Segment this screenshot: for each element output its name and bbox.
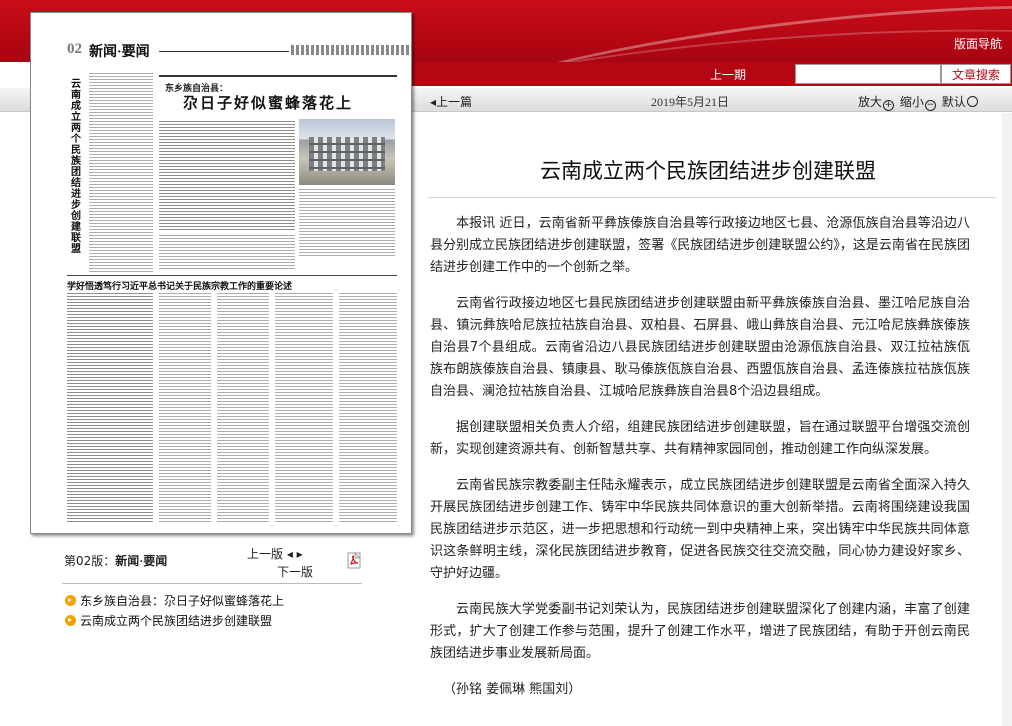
zoom-default-button[interactable]: 默认 bbox=[942, 95, 980, 109]
pdf-icon[interactable] bbox=[346, 552, 363, 569]
article-byline: （孙铭 姜佩琳 熊国刘） bbox=[443, 682, 582, 697]
page-label-name: 新闻·要闻 bbox=[115, 554, 168, 568]
prev-issue-link[interactable]: 上一期 bbox=[710, 66, 746, 83]
paper-text-column bbox=[339, 293, 397, 523]
article-panel: 云南成立两个民族团结进步创建联盟 本报讯 近日，云南省新平彝族傣族自治县等行政接… bbox=[420, 113, 1012, 726]
paper-masthead bbox=[291, 45, 411, 55]
paper-second-headline[interactable]: 学好悟透笃行习近平总书记关于民族宗教工作的重要论述 bbox=[67, 279, 292, 292]
zoom-controls: 放大 + 缩小 − 默认 bbox=[858, 93, 980, 111]
story-list-divider bbox=[62, 583, 362, 584]
prev-article-link[interactable]: ◂上一篇 bbox=[430, 93, 472, 110]
zoom-in-button[interactable]: 放大 + bbox=[858, 95, 896, 111]
article-paragraph: 本报讯 近日，云南省新平彝族傣族自治县等行政接边地区七县、沧源佤族自治县等沿边八… bbox=[430, 216, 970, 275]
zoom-out-button[interactable]: 缩小 − bbox=[899, 95, 938, 111]
bullet-arrow-icon bbox=[65, 615, 76, 626]
zoom-in-label: 放大 bbox=[858, 95, 883, 109]
bullet-arrow-icon bbox=[65, 595, 76, 606]
scrollbar[interactable] bbox=[1002, 113, 1012, 726]
plus-icon: + bbox=[883, 100, 895, 111]
paper-title-rule bbox=[159, 51, 289, 52]
paper-photo bbox=[299, 119, 395, 185]
paper-text-column bbox=[275, 293, 333, 523]
issue-date: 2019年5月21日 bbox=[651, 95, 730, 109]
paper-text-column bbox=[159, 235, 295, 271]
article-paragraph: 云南民族大学党委副书记刘荣认为，民族团结进步创建联盟深化了创建内涵，丰富了创建形… bbox=[430, 602, 970, 661]
newspaper-page-thumbnail[interactable]: 02 新闻·要闻 云南成立两个民族团结进步创建联盟 东乡族自治县： 尕日子好似蜜… bbox=[30, 12, 412, 534]
story-list-item-label: 云南成立两个民族团结进步创建联盟 bbox=[80, 614, 273, 628]
article-paragraph: 云南省民族宗教委副主任陆永耀表示，成立民族团结进步创建联盟是云南省全面深入持久开… bbox=[430, 478, 970, 581]
paper-divider bbox=[67, 275, 397, 276]
zoom-out-label: 缩小 bbox=[899, 95, 924, 109]
circle-icon bbox=[966, 96, 978, 107]
search-bar: 上一期 文章搜索 bbox=[410, 62, 1012, 86]
paper-lead-headline: 尕日子好似蜜蜂落花上 bbox=[183, 94, 354, 112]
paper-text-column bbox=[159, 121, 295, 231]
zoom-default-label: 默认 bbox=[941, 95, 966, 109]
article-paragraph: 据创建联盟相关负责人介绍，组建民族团结进步创建联盟，旨在通过联盟平台增强交流创新… bbox=[430, 420, 970, 457]
paper-lead-story-header[interactable]: 东乡族自治县： 尕日子好似蜜蜂落花上 bbox=[159, 75, 397, 117]
prev-article-label: 上一篇 bbox=[436, 95, 473, 109]
layout-nav-link[interactable]: 版面导航 bbox=[954, 35, 1002, 52]
page-label-prefix: 第02版： bbox=[64, 554, 116, 568]
article-title-rule bbox=[428, 197, 996, 198]
article-body: 本报讯 近日，云南省新平彝族傣族自治县等行政接边地区七县、沧源佤族自治县等沿边八… bbox=[430, 213, 970, 715]
search-input[interactable] bbox=[795, 64, 941, 84]
paper-page-number: 02 bbox=[67, 41, 82, 57]
article-paragraph: 云南省行政接边地区七县民族团结进步创建联盟由新平彝族傣族自治县、墨江哈尼族自治县… bbox=[430, 296, 970, 399]
paper-text-column bbox=[299, 189, 395, 257]
paper-text-column bbox=[67, 293, 153, 523]
paper-text-column bbox=[217, 293, 269, 523]
prev-page-link[interactable]: 上一版 ◂ ▸ bbox=[247, 545, 303, 562]
epaper-reader: 版面导航 上一期 文章搜索 ◂上一篇 2019年5月21日 放大 + 缩小 − 默认… bbox=[0, 0, 1012, 726]
current-page-label: 第02版：新闻·要闻 bbox=[64, 552, 167, 569]
story-list-item-label: 东乡族自治县：尕日子好似蜜蜂落花上 bbox=[80, 594, 285, 608]
paper-vertical-headline[interactable]: 云南成立两个民族团结进步创建联盟 bbox=[71, 79, 85, 255]
paper-title-row: 02 新闻·要闻 bbox=[67, 41, 411, 63]
story-list-item[interactable]: 云南成立两个民族团结进步创建联盟 bbox=[62, 612, 362, 632]
story-list-item[interactable]: 东乡族自治县：尕日子好似蜜蜂落花上 bbox=[62, 592, 362, 612]
prev-page-label: 上一版 bbox=[247, 547, 284, 561]
minus-icon: − bbox=[924, 100, 936, 111]
photo-building-floors bbox=[309, 137, 385, 171]
search-button[interactable]: 文章搜索 bbox=[941, 64, 1011, 84]
arrow-left-icon: ◂ ▸ bbox=[283, 547, 303, 561]
next-page-link[interactable]: 下一版 bbox=[277, 563, 313, 580]
story-list: 东乡族自治县：尕日子好似蜜蜂落花上 云南成立两个民族团结进步创建联盟 bbox=[62, 592, 362, 632]
paper-section-title: 新闻·要闻 bbox=[89, 45, 150, 60]
paper-text-column bbox=[159, 293, 211, 523]
article-title: 云南成立两个民族团结进步创建联盟 bbox=[540, 159, 876, 183]
paper-text-column bbox=[89, 73, 153, 273]
